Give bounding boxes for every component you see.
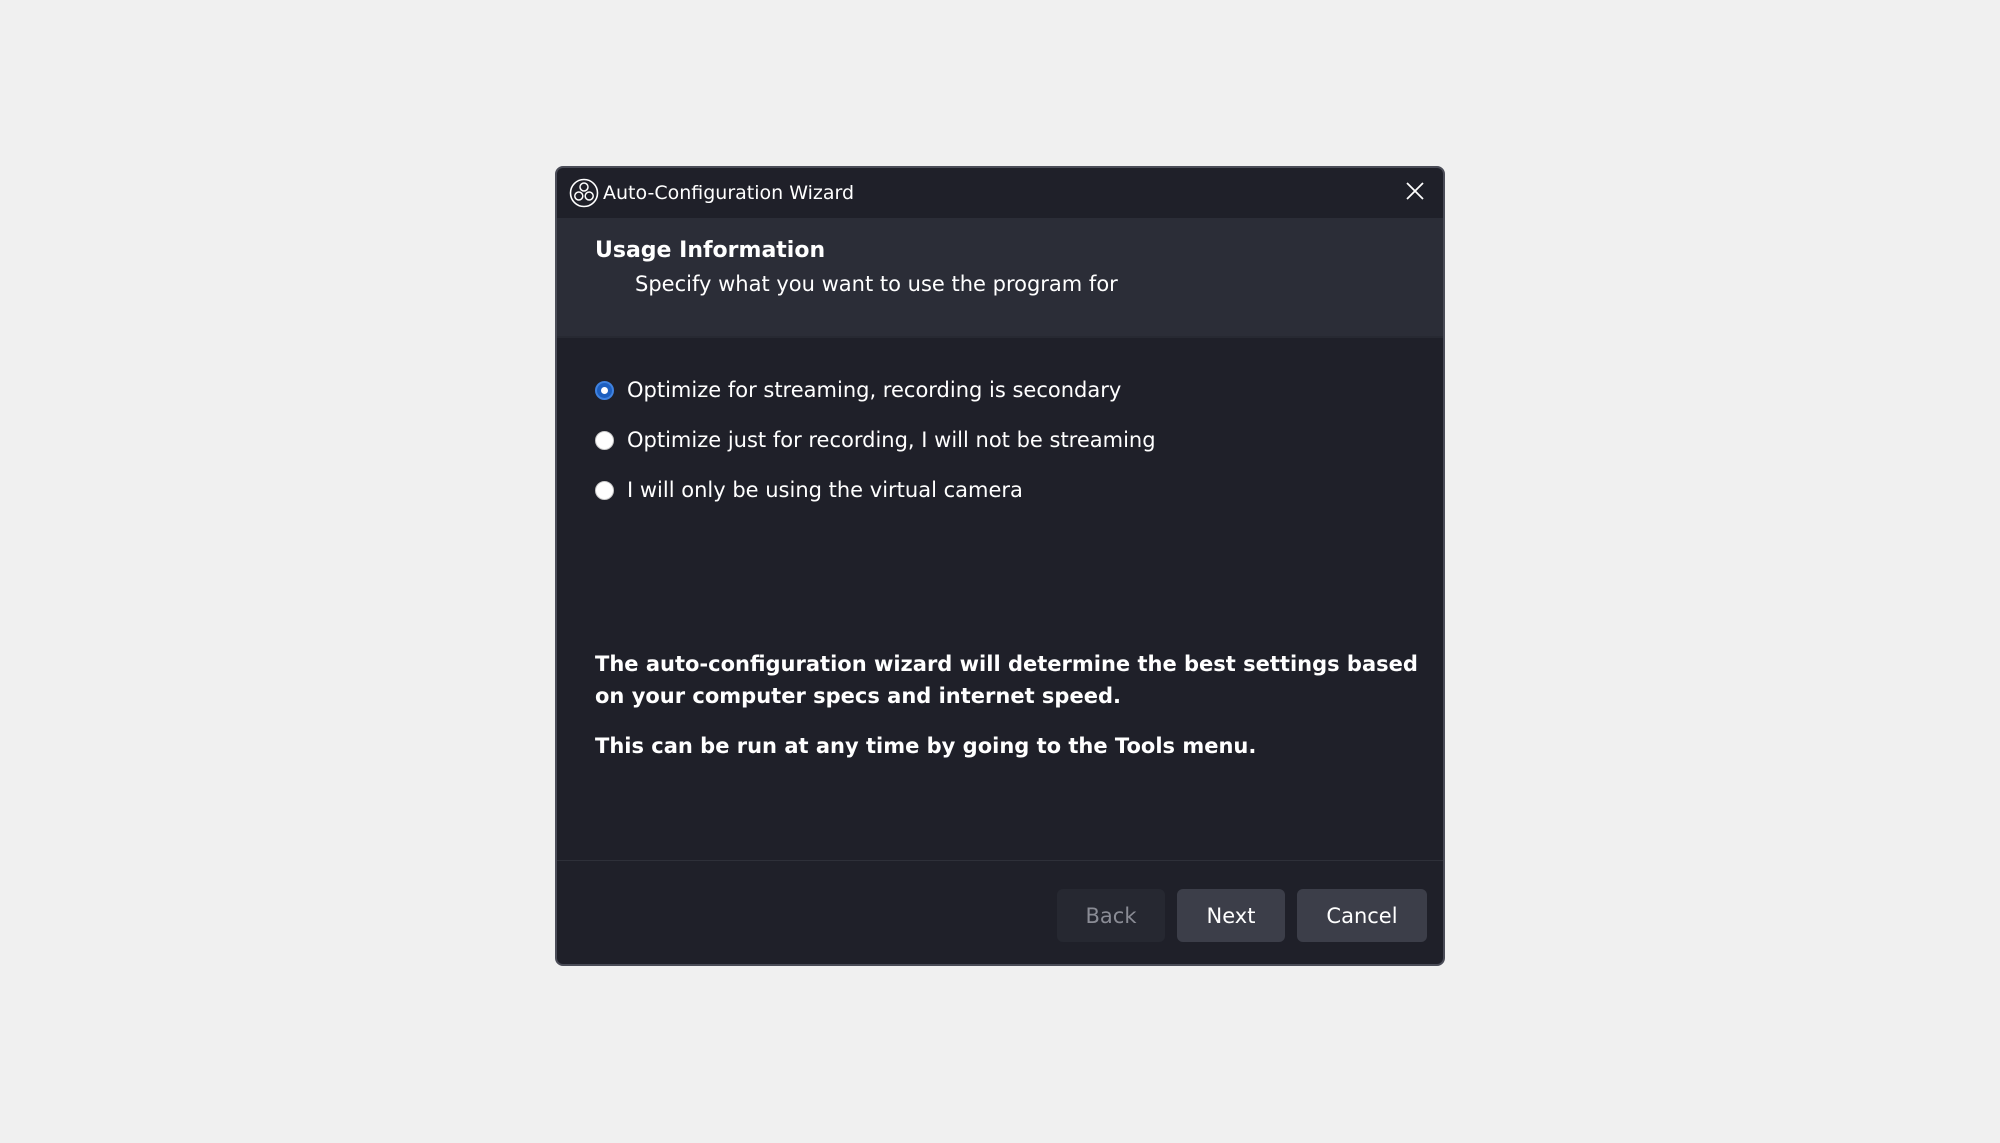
info-line-1: The auto-configuration wizard will deter… [595, 652, 1418, 708]
radio-recording[interactable] [595, 430, 614, 450]
title-bar[interactable]: Auto-Configuration Wizard [557, 168, 1443, 218]
back-button[interactable]: Back [1057, 889, 1165, 942]
cancel-button[interactable]: Cancel [1297, 889, 1427, 942]
radio-virtual-camera[interactable] [595, 480, 614, 500]
close-icon [1405, 181, 1425, 205]
option-streaming[interactable]: Optimize for streaming, recording is sec… [595, 365, 1423, 415]
window-title: Auto-Configuration Wizard [603, 182, 855, 204]
usage-options: Optimize for streaming, recording is sec… [595, 365, 1423, 515]
wizard-dialog: Auto-Configuration Wizard Usage Informat… [555, 166, 1445, 966]
page-subtitle: Specify what you want to use the program… [635, 272, 1118, 296]
radio-streaming[interactable] [595, 380, 614, 400]
close-button[interactable] [1395, 173, 1435, 213]
footer-divider [557, 860, 1443, 861]
page-title: Usage Information [595, 238, 826, 263]
option-label: Optimize for streaming, recording is sec… [627, 378, 1122, 402]
option-label: Optimize just for recording, I will not … [627, 428, 1156, 452]
next-button[interactable]: Next [1177, 889, 1285, 942]
info-line-2: This can be run at any time by going to … [595, 734, 1257, 758]
option-virtual-camera[interactable]: I will only be using the virtual camera [595, 465, 1423, 515]
option-label: I will only be using the virtual camera [627, 478, 1023, 502]
page-header: Usage Information Specify what you want … [557, 218, 1443, 338]
info-text: The auto-configuration wizard will deter… [595, 648, 1425, 780]
obs-logo-icon [569, 178, 599, 208]
option-recording[interactable]: Optimize just for recording, I will not … [595, 415, 1423, 465]
